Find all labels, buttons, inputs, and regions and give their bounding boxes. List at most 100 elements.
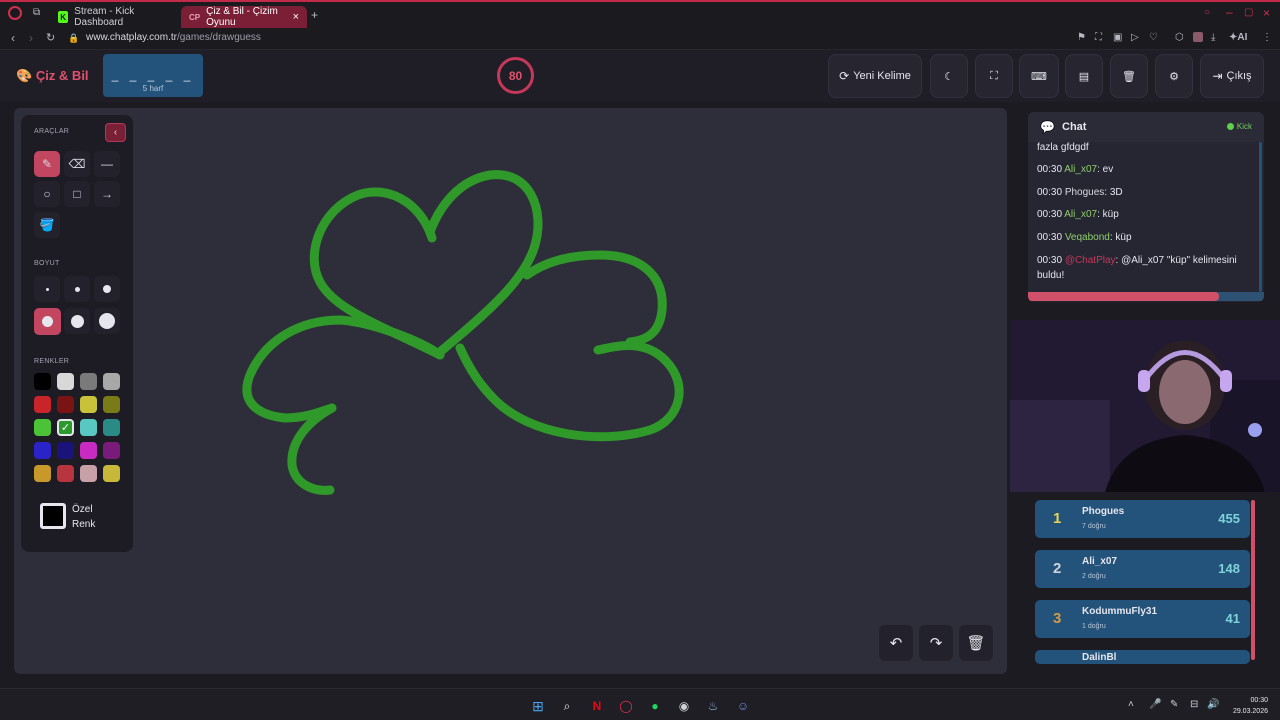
opera-icon[interactable]: ◯ bbox=[617, 697, 635, 715]
color-swatch[interactable] bbox=[57, 396, 74, 413]
leaderboard-row: 2 Ali_x07 2 doğru 148 bbox=[1035, 550, 1250, 588]
back-icon[interactable]: ‹ bbox=[11, 31, 15, 45]
arrow-tool[interactable]: → bbox=[94, 181, 120, 207]
volume-icon[interactable]: 🔊 bbox=[1207, 699, 1219, 710]
player-icon[interactable]: ▷ bbox=[1131, 32, 1139, 43]
menu-icon[interactable]: ⋮ bbox=[1262, 32, 1272, 43]
size-xxl[interactable] bbox=[94, 308, 120, 334]
color-swatch[interactable] bbox=[34, 373, 51, 390]
opera-menu-icon[interactable] bbox=[8, 6, 22, 20]
color-swatch[interactable] bbox=[57, 465, 74, 482]
collapse-panel-button[interactable]: ‹ bbox=[105, 123, 126, 142]
circle-tool[interactable]: ○ bbox=[34, 181, 60, 207]
mic-icon[interactable]: 🎤 bbox=[1149, 699, 1161, 710]
system-clock[interactable]: 00:30 29.03.2026 bbox=[1233, 695, 1268, 717]
snapshot-icon[interactable]: ⛶ bbox=[1095, 32, 1102, 43]
color-swatch[interactable] bbox=[103, 373, 120, 390]
reader-icon[interactable]: ▣ bbox=[1113, 32, 1122, 43]
color-swatch[interactable] bbox=[103, 419, 120, 436]
rectangle-tool[interactable]: □ bbox=[64, 181, 90, 207]
steam-icon[interactable]: ♨ bbox=[704, 697, 722, 715]
color-swatch[interactable] bbox=[80, 442, 97, 459]
search-tabs-icon[interactable]: ○ bbox=[1204, 7, 1210, 18]
msg-user[interactable]: Ali_x07 bbox=[1064, 209, 1097, 220]
tab-label: Çiz & Bil - Çizim Oyunu bbox=[206, 6, 278, 28]
new-word-button[interactable]: ⟳ Yeni Kelime bbox=[828, 54, 922, 98]
color-swatch[interactable] bbox=[57, 442, 74, 459]
redo-button[interactable]: ↷ bbox=[919, 625, 953, 661]
settings-button[interactable]: ⚙ bbox=[1155, 54, 1193, 98]
url-host: www.chatplay.com.tr bbox=[86, 32, 177, 43]
color-swatch[interactable]: ✓ bbox=[57, 419, 74, 436]
new-tab-icon[interactable]: + bbox=[311, 8, 318, 22]
color-swatch[interactable] bbox=[34, 396, 51, 413]
pen-icon[interactable]: ✎ bbox=[1170, 699, 1178, 710]
ai-icon[interactable]: ✦AI bbox=[1229, 32, 1247, 43]
color-swatch[interactable] bbox=[80, 419, 97, 436]
reload-icon[interactable]: ↻ bbox=[46, 31, 55, 44]
color-swatch[interactable] bbox=[103, 442, 120, 459]
msg-user[interactable]: @ChatPlay bbox=[1065, 255, 1116, 266]
drawing-svg[interactable] bbox=[14, 108, 1007, 674]
tab-ciz-bil[interactable]: CP Çiz & Bil - Çizim Oyunu × bbox=[181, 6, 307, 28]
tab-kick-dashboard[interactable]: K Stream - Kick Dashboard bbox=[50, 6, 178, 28]
color-swatch[interactable] bbox=[80, 465, 97, 482]
windows-start-icon[interactable]: ⊞ bbox=[529, 697, 547, 715]
url-field[interactable]: www.chatplay.com.tr/games/drawguess bbox=[86, 32, 261, 43]
size-dot-icon bbox=[103, 285, 111, 293]
fullscreen-button[interactable]: ⛶ bbox=[975, 54, 1013, 98]
color-swatch[interactable] bbox=[80, 373, 97, 390]
archive-button[interactable]: ▤ bbox=[1065, 54, 1103, 98]
theme-button[interactable]: ☾ bbox=[930, 54, 968, 98]
delete-button[interactable]: 🗑 bbox=[1110, 54, 1148, 98]
heart-icon[interactable]: ♡ bbox=[1149, 32, 1158, 43]
msg-user[interactable]: Ali_x07 bbox=[1064, 164, 1097, 175]
color-swatch[interactable] bbox=[34, 465, 51, 482]
maximize-window-icon[interactable]: ▢ bbox=[1244, 7, 1253, 18]
spotify-icon[interactable]: ● bbox=[646, 697, 664, 715]
color-swatch[interactable] bbox=[57, 373, 74, 390]
close-window-icon[interactable]: × bbox=[1263, 6, 1270, 20]
search-icon[interactable]: ⌕ bbox=[558, 697, 576, 715]
clear-canvas-button[interactable]: 🗑 bbox=[959, 625, 993, 661]
extensions-icon[interactable]: ⬡ bbox=[1175, 32, 1184, 43]
discord-icon[interactable]: ☺ bbox=[734, 697, 752, 715]
close-tab-icon[interactable]: × bbox=[293, 11, 299, 23]
brush-tool[interactable]: ✎ bbox=[34, 151, 60, 177]
forward-icon[interactable]: › bbox=[29, 31, 33, 45]
eraser-tool[interactable]: ⌫ bbox=[64, 151, 90, 177]
bookmark-icon[interactable]: ⚑ bbox=[1077, 32, 1086, 43]
size-xl[interactable] bbox=[64, 308, 90, 334]
exit-button[interactable]: ⇥ Çıkış bbox=[1200, 54, 1264, 98]
custom-color-swatch[interactable] bbox=[40, 503, 66, 529]
tab-overview-icon[interactable]: ⧉ bbox=[33, 7, 40, 18]
msg-user[interactable]: Phogues bbox=[1065, 187, 1104, 198]
size-m[interactable] bbox=[94, 276, 120, 302]
fill-tool[interactable]: 🪣 bbox=[34, 212, 60, 238]
download-icon[interactable]: ⤓ bbox=[1211, 32, 1215, 43]
network-icon[interactable]: ⊟ bbox=[1190, 699, 1198, 710]
msg-user[interactable]: Veqabond bbox=[1065, 232, 1110, 243]
netflix-icon[interactable]: N bbox=[588, 697, 606, 715]
leaderboard-scrollbar[interactable] bbox=[1251, 500, 1255, 660]
minimize-window-icon[interactable]: – bbox=[1226, 5, 1233, 19]
color-swatch[interactable] bbox=[103, 396, 120, 413]
color-swatch[interactable] bbox=[34, 442, 51, 459]
undo-button[interactable]: ↶ bbox=[879, 625, 913, 661]
size-l[interactable] bbox=[34, 308, 61, 335]
chat-scrollbar[interactable] bbox=[1259, 142, 1262, 292]
size-s[interactable] bbox=[64, 276, 90, 302]
tray-chevron-icon[interactable]: ˄ bbox=[1128, 699, 1134, 710]
gear-icon: ⚙ bbox=[1169, 70, 1179, 83]
size-heading: BOYUT bbox=[34, 260, 60, 267]
drawing-canvas[interactable] bbox=[14, 108, 1007, 674]
chrome-icon[interactable]: ◉ bbox=[675, 697, 693, 715]
color-swatch[interactable] bbox=[80, 396, 97, 413]
size-xs[interactable] bbox=[34, 276, 60, 302]
line-tool[interactable]: — bbox=[94, 151, 120, 177]
color-swatch[interactable] bbox=[34, 419, 51, 436]
leaderboard-score: 455 bbox=[1218, 511, 1240, 526]
color-swatch[interactable] bbox=[103, 465, 120, 482]
profile-icon[interactable] bbox=[1193, 32, 1203, 42]
keyboard-button[interactable]: ⌨ bbox=[1019, 54, 1059, 98]
